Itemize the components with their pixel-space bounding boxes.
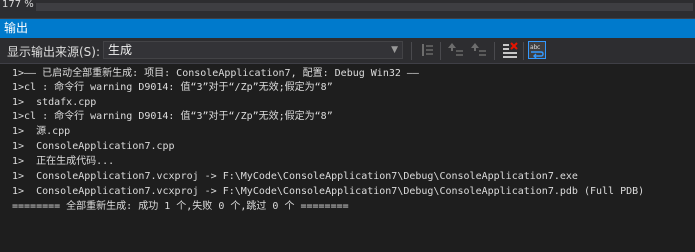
output-text-area[interactable]: 1>—— 已启动全部重新生成: 项目: ConsoleApplication7,… [0, 65, 695, 252]
output-line: 1> 源.cpp [12, 126, 71, 137]
go-to-next-message-icon [471, 43, 486, 56]
word-wrap-icon: ab c [530, 44, 544, 58]
output-source-select[interactable]: 生成 ▼ [103, 41, 403, 59]
word-wrap-toggle[interactable]: ab c [528, 41, 546, 59]
output-line: 1> ConsoleApplication7.vcxproj -> F:\MyC… [12, 171, 578, 182]
clear-all-button[interactable] [501, 41, 519, 59]
toolbar-separator [523, 42, 524, 60]
output-line: 1>cl : 命令行 warning D9014: 值“3”对于“/Zp”无效;… [12, 111, 333, 122]
output-line: 1> 正在生成代码... [12, 156, 115, 167]
go-to-next-message-button[interactable] [470, 41, 488, 59]
output-line: 1> stdafx.cpp [12, 97, 97, 108]
horizontal-scrollbar[interactable] [36, 3, 693, 11]
editor-top-strip: 177 % [0, 0, 695, 19]
output-line: 1> ConsoleApplication7.cpp [12, 141, 175, 152]
output-line: ======== 全部重新生成: 成功 1 个,失败 0 个,跳过 0 个 ==… [12, 201, 349, 212]
toolbar-separator [494, 42, 495, 60]
zoom-level[interactable]: 177 % [0, 0, 34, 10]
toolbar-separator [411, 42, 412, 60]
toolbar-separator [440, 42, 441, 60]
svg-text:c: c [537, 44, 540, 51]
output-line: 1>—— 已启动全部重新生成: 项目: ConsoleApplication7,… [12, 68, 419, 79]
chevron-down-icon: ▼ [391, 45, 398, 55]
output-window-title: 输出 [0, 19, 695, 38]
output-line: 1>cl : 命令行 warning D9014: 值“3”对于“/Zp”无效;… [12, 82, 333, 93]
show-output-from-label: 显示输出来源(S): [7, 45, 101, 59]
output-line: 1> ConsoleApplication7.vcxproj -> F:\MyC… [12, 186, 645, 197]
find-message-icon [422, 44, 433, 56]
go-to-previous-message-button[interactable] [447, 41, 465, 59]
find-message-in-code-button[interactable] [418, 41, 436, 59]
go-to-previous-message-icon [448, 43, 463, 56]
output-source-value: 生成 [108, 43, 133, 57]
clear-all-icon [503, 42, 518, 58]
output-toolbar: 显示输出来源(S): 生成 ▼ ab c [0, 38, 695, 64]
